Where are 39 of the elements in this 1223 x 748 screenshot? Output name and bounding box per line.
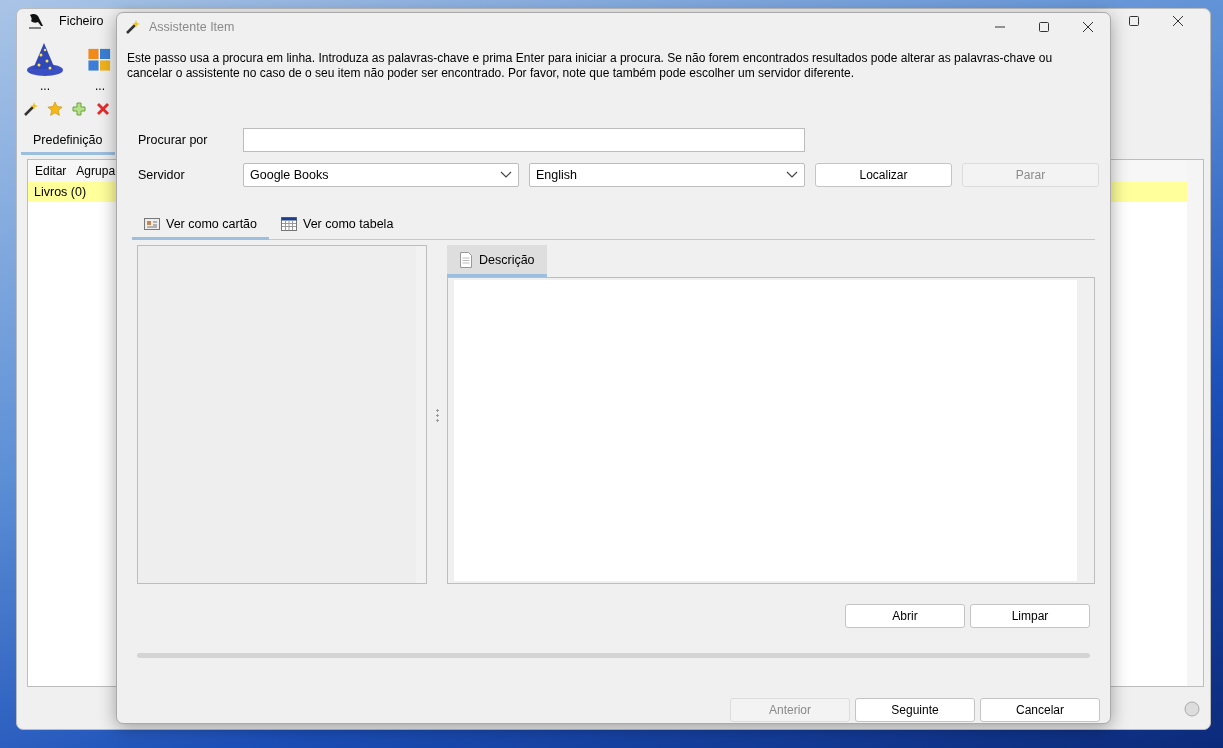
wizard-hat-icon bbox=[25, 41, 65, 77]
maximize-icon[interactable] bbox=[1038, 21, 1050, 33]
toolbar-button[interactable]: ... bbox=[25, 41, 65, 93]
action-button[interactable]: Localizar bbox=[815, 163, 952, 187]
close-icon[interactable] bbox=[1082, 21, 1094, 33]
chevron-down-icon[interactable] bbox=[500, 171, 512, 179]
field-label: Procurar por bbox=[138, 133, 209, 147]
instructions-text: Este passo usa a procura em linha. Introduza as palavras-chave e prima Enter para iniciar a procura. Se não forem encontrados resultados pode alterar as palavras-chave ou cancelar o assistente no caso de o seu item não poder ser encontrado. Por favor, note que também pode escolher um servidor diferente. bbox=[127, 51, 1054, 81]
menu-item[interactable]: Agrupa bbox=[76, 164, 116, 178]
card-icon bbox=[144, 217, 160, 231]
document-icon bbox=[459, 251, 473, 268]
field-label: Servidor bbox=[138, 168, 186, 182]
menu-item[interactable]: Ficheiro bbox=[59, 14, 104, 28]
app-logo-icon bbox=[27, 12, 45, 30]
close-icon[interactable] bbox=[1172, 15, 1184, 27]
status-circle-icon bbox=[1184, 701, 1200, 717]
nav-button[interactable]: Cancelar bbox=[980, 698, 1100, 722]
dropdown[interactable]: Google Books bbox=[243, 163, 519, 187]
magic-wand-icon bbox=[125, 19, 141, 35]
action-button[interactable]: Limpar bbox=[970, 604, 1090, 628]
splitter-handle[interactable] bbox=[435, 407, 439, 422]
dropdown[interactable]: English bbox=[529, 163, 805, 187]
delete-icon[interactable] bbox=[95, 101, 111, 117]
table-icon bbox=[281, 217, 297, 231]
toolbar-button[interactable]: ... bbox=[85, 41, 115, 93]
action-button[interactable]: Abrir bbox=[845, 604, 965, 628]
plus-icon[interactable] bbox=[71, 101, 87, 117]
tab[interactable]: Ver como tabela bbox=[269, 212, 406, 240]
nav-button[interactable]: Seguinte bbox=[855, 698, 975, 722]
magic-wand-icon[interactable] bbox=[23, 101, 39, 117]
window-title: Assistente Item bbox=[149, 20, 235, 34]
menu-item[interactable]: Editar bbox=[35, 164, 67, 178]
maximize-icon[interactable] bbox=[1128, 15, 1140, 27]
scrollbar[interactable] bbox=[416, 246, 426, 583]
search-field[interactable] bbox=[243, 128, 805, 152]
tab[interactable]: Ver como cartão bbox=[132, 212, 269, 240]
tab[interactable]: Descrição bbox=[447, 245, 547, 277]
star-icon[interactable] bbox=[47, 101, 63, 117]
chevron-down-icon[interactable] bbox=[786, 171, 798, 179]
